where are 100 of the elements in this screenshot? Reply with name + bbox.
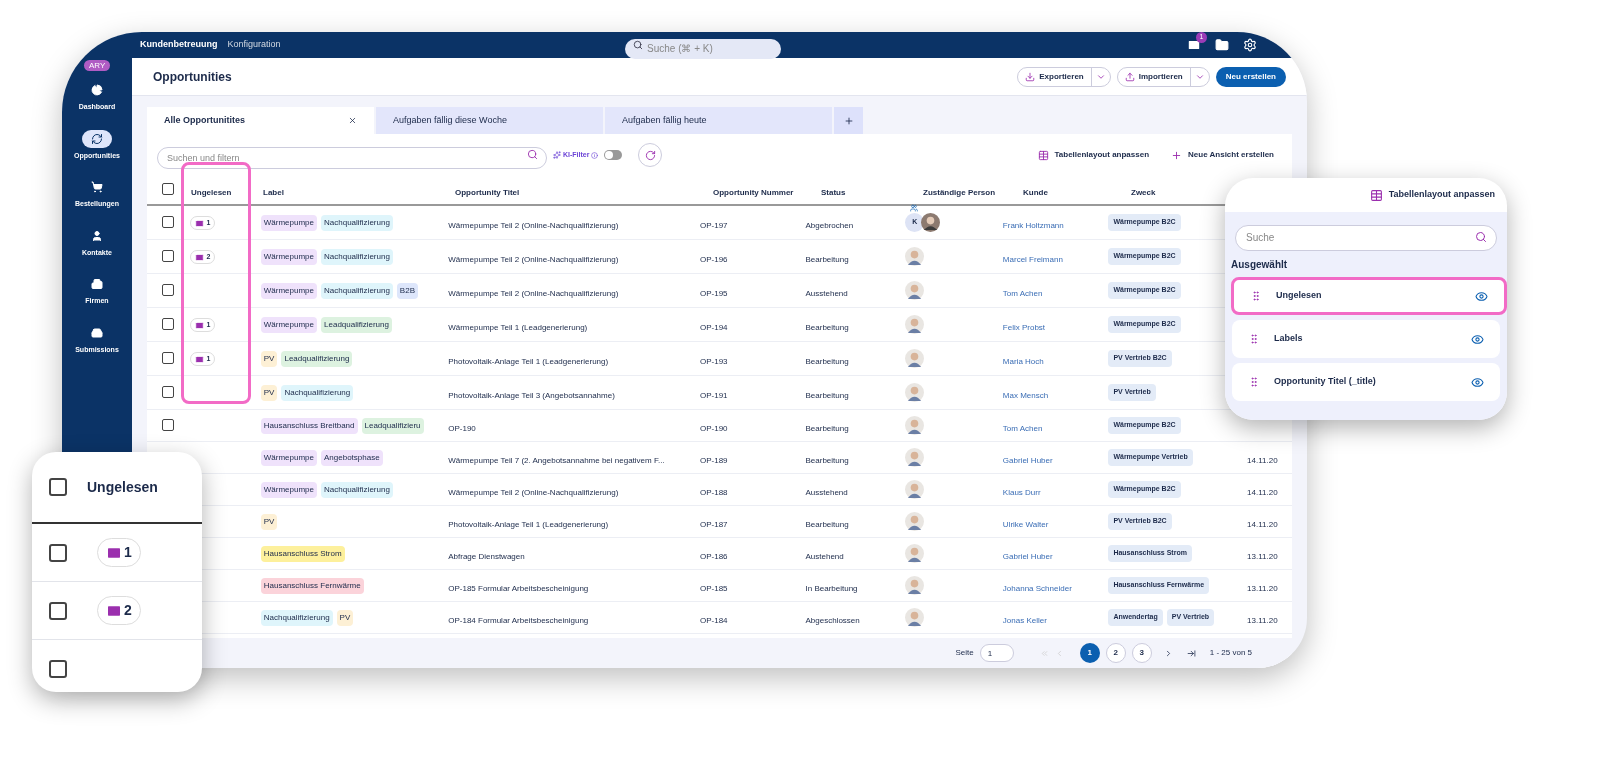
checkbox[interactable]	[162, 385, 174, 398]
column-header[interactable]: Ungelesen	[87, 476, 158, 498]
customer-link[interactable]: Tom Achen	[1002, 288, 1043, 298]
import-button[interactable]: Importieren	[1117, 70, 1190, 83]
customer-link[interactable]: Felix Probst	[1002, 322, 1046, 332]
label-tag: PV	[260, 384, 278, 401]
customer-link[interactable]: Johanna Schneider	[1002, 583, 1072, 593]
toolbar-link[interactable]: Tabellenlayout anpassen	[1037, 149, 1150, 161]
checkbox[interactable]	[162, 215, 174, 228]
checkbox[interactable]	[162, 418, 174, 431]
folder-icon[interactable]	[1215, 38, 1229, 52]
customer-link[interactable]: Jonas Keller	[1002, 615, 1047, 625]
customer-link[interactable]: Gabriel Huber	[1002, 455, 1053, 465]
column-item[interactable]: Labels	[1232, 320, 1500, 358]
column-header[interactable]: Zweck	[1131, 188, 1156, 197]
table-cell: OP-185 Formular Arbeitsbescheinigung	[448, 583, 589, 593]
export-button[interactable]: Exportieren	[1018, 70, 1091, 83]
avatar	[905, 576, 925, 595]
page-button[interactable]: 2	[1105, 643, 1126, 663]
label-tag: PV	[260, 350, 278, 367]
checkbox[interactable]	[162, 283, 174, 296]
nav-link[interactable]: Kundenbetreuung	[140, 38, 218, 52]
person-icon	[91, 229, 103, 242]
checkbox[interactable]	[162, 249, 174, 262]
plus-icon	[1171, 149, 1183, 161]
column-header[interactable]: Opportunity Nummer	[713, 188, 794, 197]
customer-link[interactable]: Frank Holtzmann	[1002, 220, 1064, 230]
customer-link[interactable]: Ulrike Walter	[1002, 519, 1049, 529]
customer-link[interactable]: Marcel Freimann	[1002, 254, 1063, 264]
page-title: Opportunities	[153, 68, 232, 86]
customer-link[interactable]: Gabriel Huber	[1002, 551, 1053, 561]
avatar	[905, 608, 925, 627]
nav-link[interactable]: Konfiguration	[227, 38, 281, 52]
avatar	[905, 383, 925, 402]
last-page-icon[interactable]	[1186, 648, 1196, 658]
table-cell: OP-185	[700, 583, 728, 593]
close-icon[interactable]	[348, 116, 357, 125]
checkbox[interactable]	[162, 183, 174, 195]
table-cell: Bearbeitung	[805, 390, 849, 400]
create-button[interactable]: Neu erstellen	[1215, 66, 1286, 87]
customer-link[interactable]: Max Mensch	[1002, 390, 1049, 400]
column-header[interactable]: Kunde	[1023, 188, 1048, 197]
column-header[interactable]: Label	[263, 188, 284, 197]
view-tab[interactable]: Aufgaben fällig heute	[605, 107, 832, 134]
view-tab[interactable]: Alle Opportunitites	[147, 107, 374, 134]
label-tag: Nachqualifizierung	[321, 214, 393, 231]
label-tag: Leadqualifizieru	[361, 417, 424, 434]
table-cell: Bearbeitung	[805, 455, 849, 465]
checkbox[interactable]	[162, 351, 174, 364]
table-cell: OP-186	[700, 551, 728, 561]
table-cell: OP-189	[700, 455, 728, 465]
table-cell: 13.11.20	[1247, 583, 1278, 593]
page-input[interactable]: 1	[979, 644, 1014, 662]
unread-badge: 1	[97, 538, 141, 567]
page-button[interactable]: 3	[1131, 643, 1152, 663]
label-tag: Nachqualifizierung	[260, 609, 333, 626]
mail-icon	[195, 320, 205, 330]
column-header[interactable]: Ungelesen	[191, 188, 232, 197]
table-cell: Bearbeitung	[805, 423, 849, 433]
checkbox[interactable]	[162, 317, 174, 330]
column-header[interactable]: Opportunity Titel	[455, 188, 520, 197]
column-item[interactable]: Opportunity Titel (_title)	[1232, 363, 1500, 401]
customer-link[interactable]: Maria Hoch	[1002, 356, 1044, 366]
table-cell: OP-190	[700, 423, 728, 433]
table-cell: 14.11.20	[1247, 519, 1278, 529]
toolbar-link[interactable]: Neue Ansicht erstellen	[1171, 149, 1274, 161]
table-cell: Bearbeitung	[805, 322, 849, 332]
search-field[interactable]: Suchen und filtern	[157, 147, 547, 169]
checkbox[interactable]	[49, 478, 67, 496]
search-field[interactable]: Suche (⌘ + K)	[625, 38, 781, 59]
label-tag: Hausanschluss Breitband	[260, 417, 358, 434]
table-cell: Wärmepumpe Teil 2 (Online-Nachqualifizierung)	[448, 254, 619, 264]
checkbox[interactable]	[49, 659, 67, 678]
table-cell: Wärmepumpe Teil 2 (Online-Nachqualifizierung)	[448, 220, 619, 230]
search-icon	[633, 40, 643, 50]
checkbox[interactable]	[49, 543, 67, 562]
table-cell: Bearbeitung	[805, 356, 849, 366]
settings-icon[interactable]	[1243, 38, 1257, 52]
info-icon	[591, 151, 599, 159]
mail-icon[interactable]	[1187, 38, 1201, 52]
toggle-switch[interactable]	[604, 150, 623, 160]
column-item[interactable]: Ungelesen	[1231, 277, 1507, 315]
table-cell: OP-190	[448, 423, 476, 433]
view-tab[interactable]: Aufgaben fällig diese Woche	[376, 107, 603, 134]
page-range: 1 - 25 von 5	[1209, 647, 1252, 659]
search-field[interactable]: Suche	[1235, 224, 1497, 251]
table-cell: Wärmepumpe Teil 2 (Online-Nachqualifizierung)	[448, 288, 619, 298]
checkbox[interactable]	[49, 601, 67, 620]
plus-icon	[843, 115, 854, 126]
table-cell: Ausstehend	[805, 288, 848, 298]
drag-handle-icon	[1248, 333, 1260, 345]
customer-link[interactable]: Tom Achen	[1002, 423, 1043, 433]
page-button[interactable]: 1	[1079, 643, 1100, 663]
customer-link[interactable]: Klaus Durr	[1002, 487, 1041, 497]
column-header[interactable]: Zuständige Person	[923, 188, 995, 197]
table-cell: Abfrage Dienstwagen	[448, 551, 525, 561]
column-header[interactable]: Status	[821, 188, 846, 197]
search-icon	[527, 149, 538, 160]
pie-chart-icon	[91, 84, 103, 96]
table-cell: OP-191	[700, 390, 728, 400]
